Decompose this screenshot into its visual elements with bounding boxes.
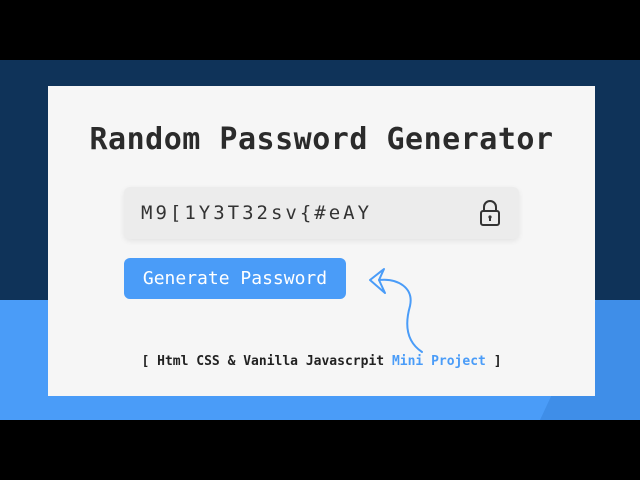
- password-display-box: [124, 187, 519, 239]
- app-screen: Random Password Generator Generate Passw…: [0, 60, 640, 420]
- password-input[interactable]: [124, 187, 464, 239]
- footer-caption: [ Html CSS & Vanilla Javascrpit Mini Pro…: [48, 354, 595, 369]
- hand-drawn-arrow-icon: [369, 268, 423, 353]
- footer-open-bracket: [: [141, 354, 150, 369]
- footer-text: Html CSS & Vanilla Javascrpit: [157, 354, 385, 369]
- footer-close-bracket: ]: [493, 354, 502, 369]
- password-generator-card: Random Password Generator Generate Passw…: [48, 86, 595, 396]
- footer-accent-text: Mini Project: [391, 354, 486, 369]
- generate-password-button[interactable]: Generate Password: [124, 258, 346, 299]
- lock-icon[interactable]: [478, 199, 502, 227]
- page-title: Random Password Generator: [89, 122, 554, 157]
